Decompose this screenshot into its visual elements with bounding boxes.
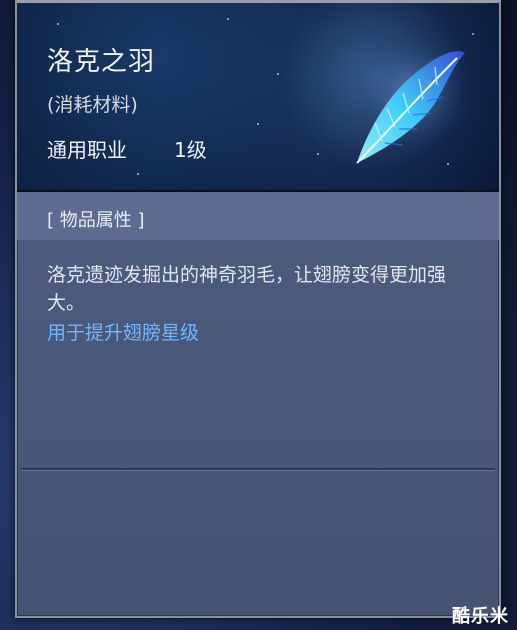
- item-level: 1级: [174, 138, 207, 162]
- item-effect: 用于提升翅膀星级: [47, 322, 200, 344]
- item-header: 洛克之羽 (消耗材料) 通用职业 1级: [17, 3, 499, 192]
- star: [317, 153, 319, 155]
- item-type: (消耗材料): [47, 94, 138, 116]
- star: [57, 23, 59, 25]
- star: [137, 173, 139, 175]
- item-name: 洛克之羽: [47, 47, 156, 77]
- star: [227, 18, 229, 20]
- feather-icon: [327, 23, 487, 183]
- item-description: 洛克遗迹发掘出的神奇羽毛，让翅膀变得更加强大。: [47, 264, 447, 314]
- divider: [21, 468, 495, 471]
- section-title: [ 物品属性 ]: [47, 210, 145, 231]
- star: [257, 123, 259, 125]
- item-class: 通用职业: [47, 138, 127, 162]
- game-scene: 洛克之羽 (消耗材料) 通用职业 1级 [物品属性] 洛克遗迹发掘出的神奇羽…: [0, 0, 517, 630]
- watermark: 酷乐米: [452, 606, 509, 627]
- star: [277, 73, 279, 75]
- item-tooltip-panel: 洛克之羽 (消耗材料) 通用职业 1级 [物品属性] 洛克遗迹发掘出的神奇羽…: [15, 0, 501, 618]
